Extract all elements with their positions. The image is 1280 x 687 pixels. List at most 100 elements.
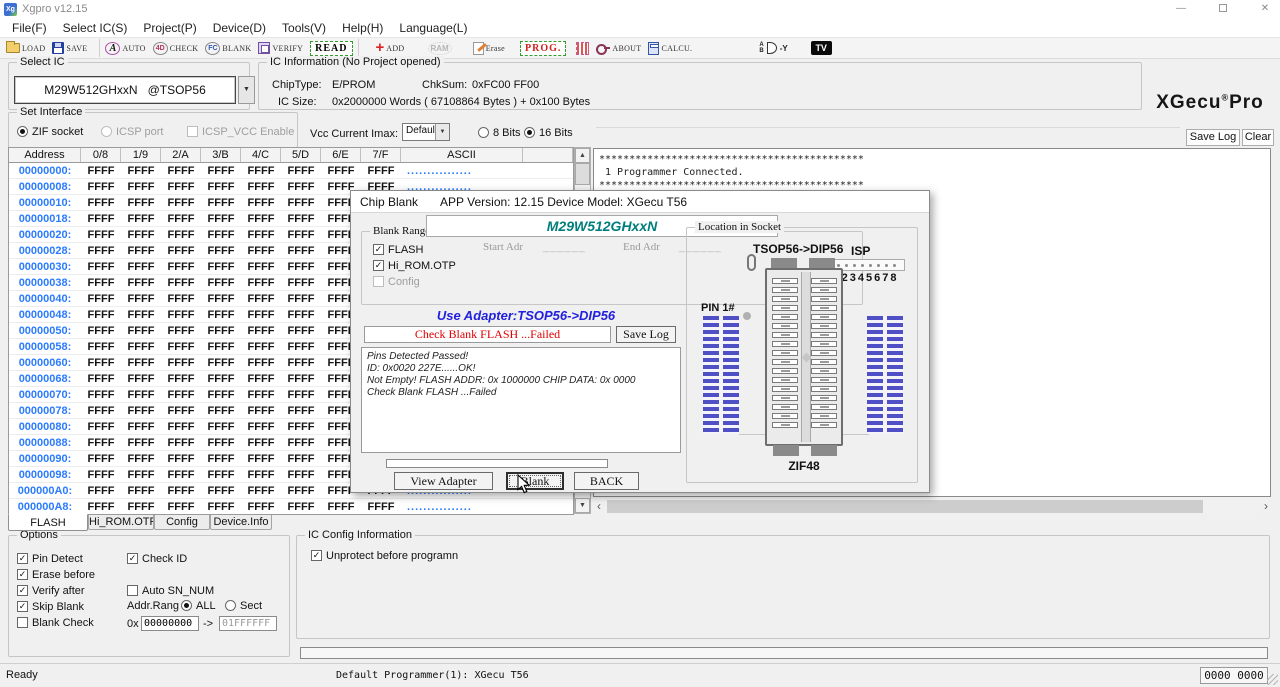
toolbar-add-button[interactable]: ADD [376,41,405,55]
clear-log-button[interactable]: Clear [1242,129,1274,146]
hex-cell[interactable]: FFFF [241,341,281,353]
hex-cell[interactable]: FFFF [241,325,281,337]
hex-cell[interactable]: FFFF [121,405,161,417]
hex-cell[interactable]: FFFF [201,373,241,385]
check-id-checkbox[interactable]: ✓Check ID [127,552,187,565]
hex-cell[interactable]: FFFF [241,453,281,465]
hex-cell[interactable]: FFFF [281,197,321,209]
hex-cell[interactable]: FFFF [241,469,281,481]
hex-cell[interactable]: FFFF [241,501,281,513]
hex-cell[interactable]: FFFF [81,437,121,449]
hex-cell[interactable]: FFFF [161,261,201,273]
hex-cell[interactable]: FFFF [81,373,121,385]
hex-cell[interactable]: FFFF [121,485,161,497]
hex-cell[interactable]: FFFF [201,485,241,497]
hex-cell[interactable]: FFFF [81,165,121,177]
hex-cell[interactable]: FFFF [121,245,161,257]
hex-cell[interactable]: FFFF [281,245,321,257]
hex-cell[interactable]: FFFF [121,165,161,177]
ic-select-dropdown[interactable]: ▼ [238,76,255,104]
hex-cell[interactable]: FFFF [201,325,241,337]
hex-cell[interactable]: FFFF [201,245,241,257]
hex-cell[interactable]: FFFF [121,277,161,289]
dialog-save-log-button[interactable]: Save Log [616,326,676,343]
toolbar-check-button[interactable]: 4DCHECK [153,42,199,55]
menu-item-selectics[interactable]: Select IC(S) [55,21,136,35]
zif-socket-radio[interactable]: ZIF socket [17,125,83,138]
hex-cell[interactable]: FFFF [201,229,241,241]
minimize-button[interactable]: — [1164,0,1198,18]
hex-cell[interactable]: FFFF [201,501,241,513]
hex-cell[interactable]: FFFF [281,261,321,273]
hex-cell[interactable]: FFFF [121,373,161,385]
auto-sn-checkbox[interactable]: Auto SN_NUM [127,584,214,597]
hex-cell[interactable]: FFFF [81,357,121,369]
hex-cell[interactable]: FFFF [241,213,281,225]
hex-cell[interactable]: FFFF [81,197,121,209]
hex-cell[interactable]: FFFF [281,485,321,497]
hex-cell[interactable]: FFFF [81,181,121,193]
menu-item-projectp[interactable]: Project(P) [135,21,204,35]
tab-config[interactable]: Config [154,515,210,530]
hex-cell[interactable]: FFFF [241,437,281,449]
hex-cell[interactable]: FFFF [321,165,361,177]
hex-cell[interactable]: FFFF [201,165,241,177]
erase-before-checkbox[interactable]: ✓Erase before [17,568,95,581]
hex-cell[interactable]: FFFF [281,357,321,369]
hex-cell[interactable]: FFFF [241,309,281,321]
hex-cell[interactable]: FFFF [121,421,161,433]
hex-cell[interactable]: FFFF [81,421,121,433]
hex-cell[interactable]: FFFF [281,165,321,177]
hex-cell[interactable]: FFFF [281,341,321,353]
toolbar-about-button[interactable]: ABOUT [596,42,641,55]
hex-cell[interactable]: FFFF [161,421,201,433]
hex-cell[interactable]: FFFF [281,309,321,321]
hex-cell[interactable]: FFFF [121,197,161,209]
hex-cell[interactable]: FFFF [161,341,201,353]
addr-from-input[interactable] [141,616,199,631]
hex-cell[interactable]: FFFF [201,293,241,305]
hex-cell[interactable]: FFFF [241,373,281,385]
tab-flash[interactable]: FLASH [8,514,88,531]
pin-detect-checkbox[interactable]: ✓Pin Detect [17,552,83,565]
bits8-radio[interactable]: 8 Bits [478,126,521,139]
hex-ascii[interactable]: ................ [401,165,523,177]
hex-cell[interactable]: FFFF [281,421,321,433]
hex-cell[interactable]: FFFF [281,437,321,449]
hex-cell[interactable]: FFFF [241,197,281,209]
hex-cell[interactable]: FFFF [161,245,201,257]
hex-cell[interactable]: FFFF [161,389,201,401]
hex-cell[interactable]: FFFF [241,293,281,305]
hex-cell[interactable]: FFFF [201,453,241,465]
hex-cell[interactable]: FFFF [281,181,321,193]
hex-cell[interactable]: FFFF [121,341,161,353]
hex-cell[interactable]: FFFF [161,373,201,385]
vcc-imax-combo[interactable]: Default▼ [402,123,450,141]
flash-checkbox[interactable]: ✓FLASH [373,243,423,256]
hex-cell[interactable]: FFFF [241,181,281,193]
tv-button[interactable]: TV [811,41,832,55]
hex-cell[interactable]: FFFF [161,197,201,209]
hex-cell[interactable]: FFFF [81,325,121,337]
prog-button[interactable]: PROG. [520,41,566,56]
blank-button[interactable]: Blank [506,472,564,490]
hex-cell[interactable]: FFFF [81,501,121,513]
hex-cell[interactable]: FFFF [241,245,281,257]
hex-cell[interactable]: FFFF [201,261,241,273]
hex-cell[interactable]: FFFF [81,277,121,289]
toolbar-save-button[interactable]: SAVE [52,42,87,54]
toolbar-auto-button[interactable]: AAUTO [105,42,145,55]
hex-cell[interactable]: FFFF [241,261,281,273]
hscroll-track[interactable] [605,500,1260,513]
hex-cell[interactable]: FFFF [81,469,121,481]
hex-cell[interactable]: FFFF [201,469,241,481]
scroll-up-button[interactable]: ▲ [575,148,590,163]
hex-cell[interactable]: FFFF [281,229,321,241]
hex-cell[interactable]: FFFF [281,469,321,481]
addr-all-radio[interactable]: ALL [181,599,216,612]
hex-cell[interactable]: FFFF [241,229,281,241]
hex-cell[interactable]: FFFF [201,405,241,417]
hex-cell[interactable]: FFFF [161,165,201,177]
hex-cell[interactable]: FFFF [201,341,241,353]
hex-cell[interactable]: FFFF [121,293,161,305]
